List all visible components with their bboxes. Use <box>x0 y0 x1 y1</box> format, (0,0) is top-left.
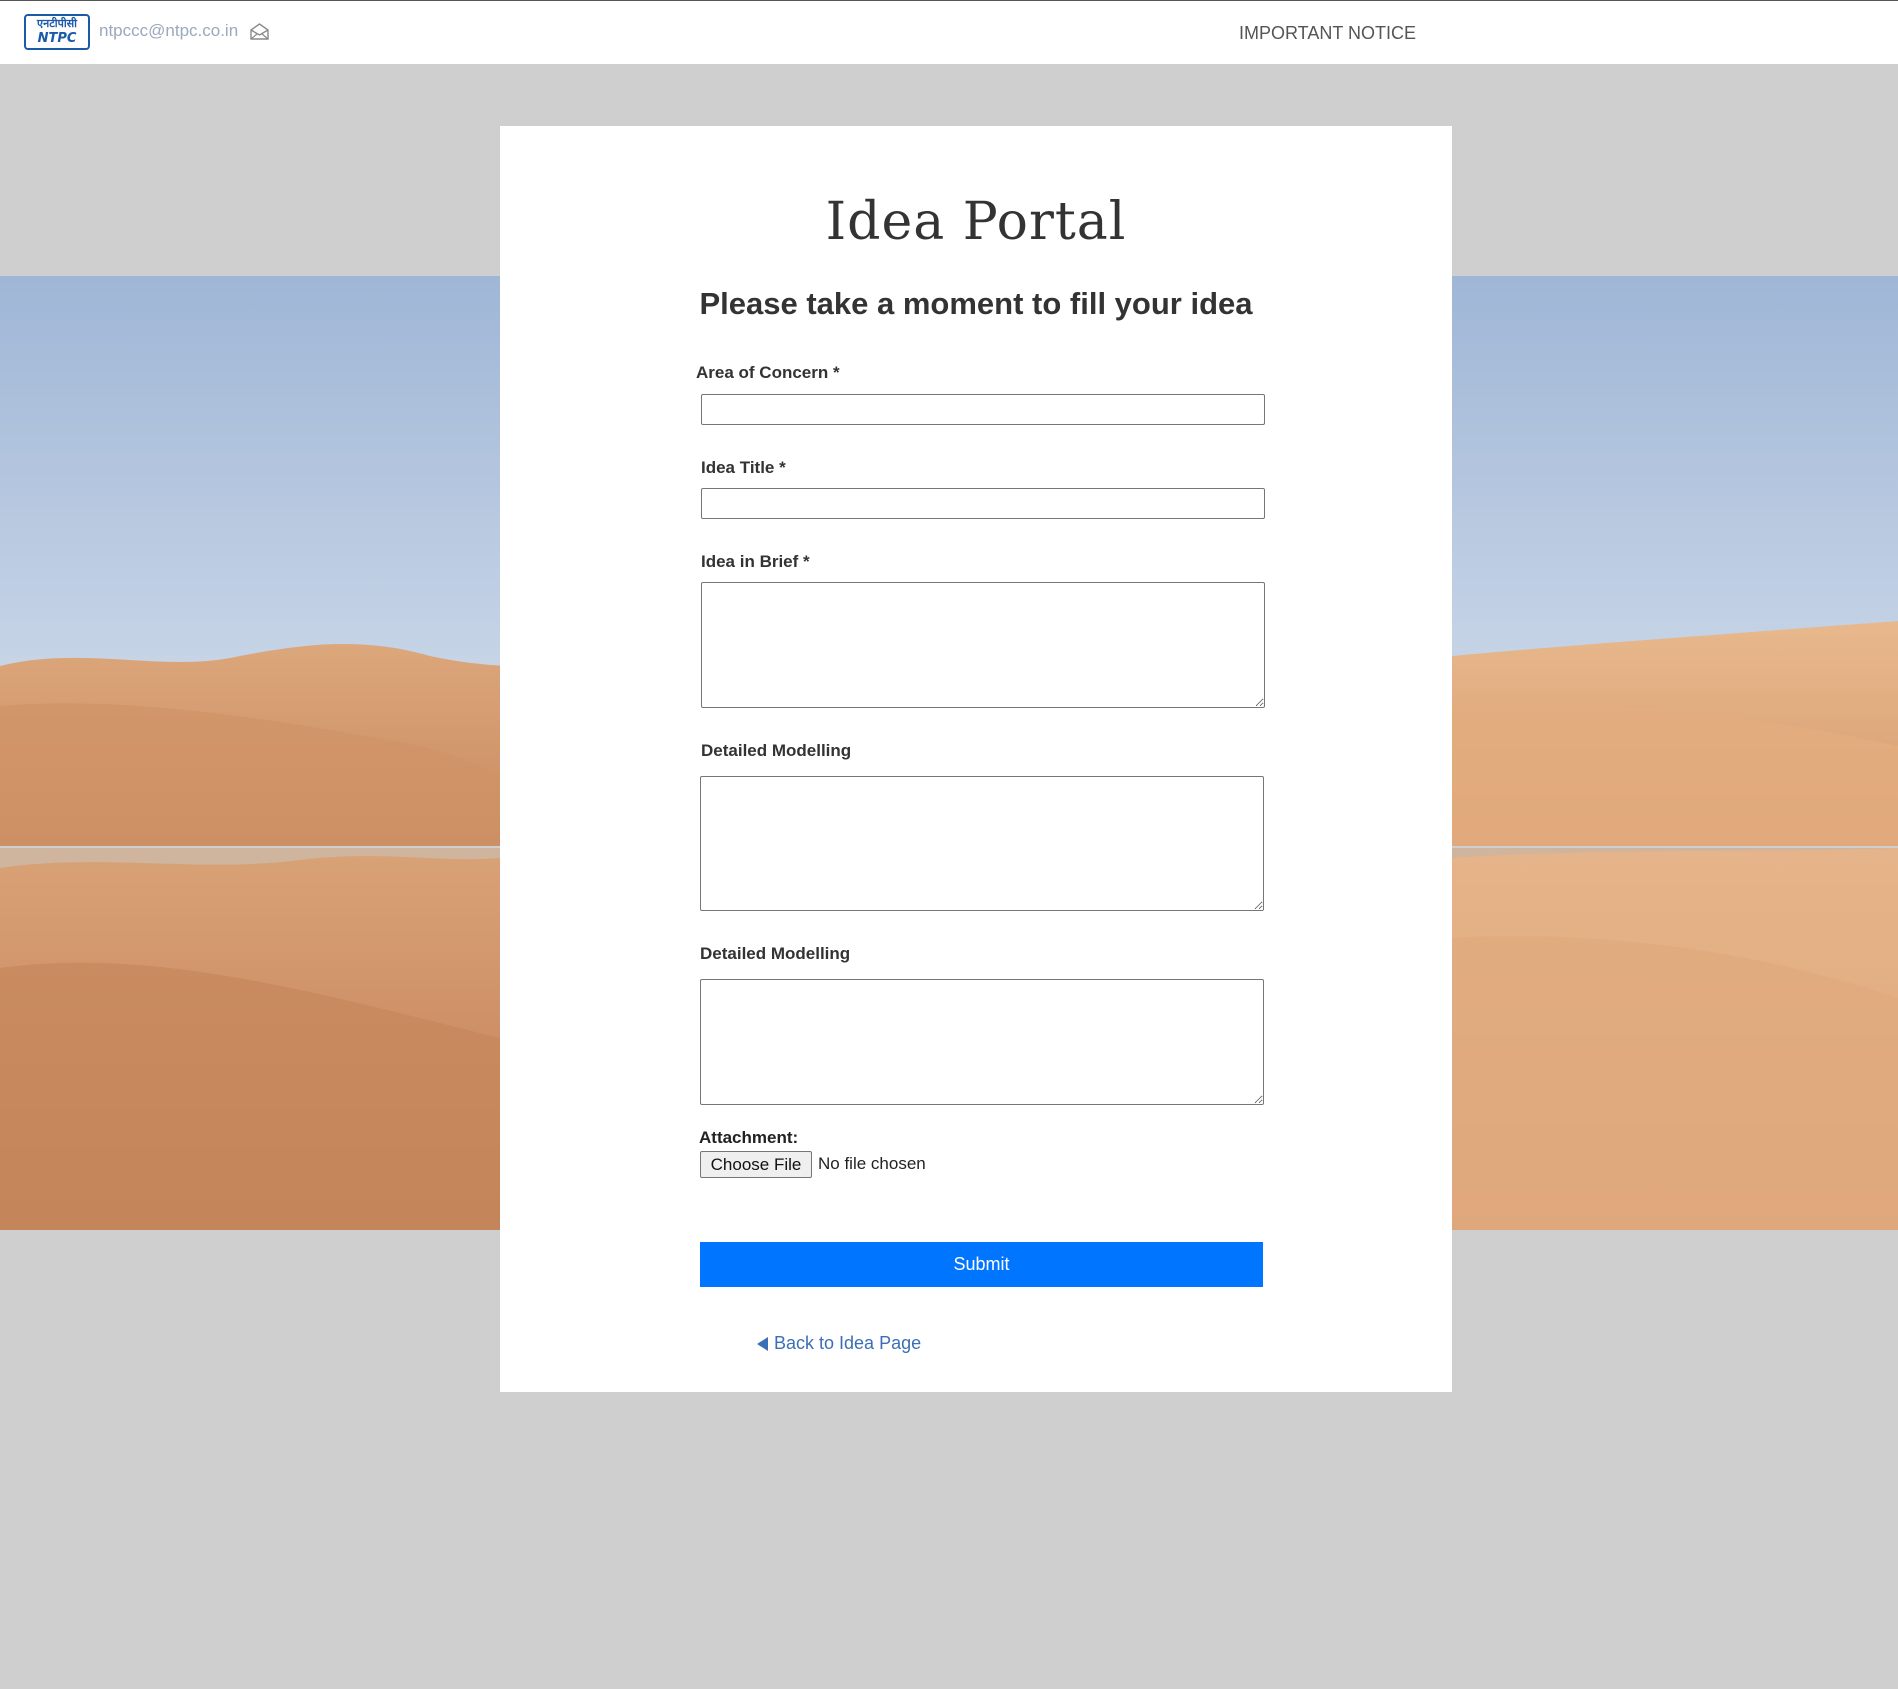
page-title: Idea Portal <box>825 192 1127 252</box>
back-to-idea-page-link[interactable]: Back to Idea Page <box>757 1333 921 1354</box>
idea-form-card: Idea Portal Please take a moment to fill… <box>500 126 1452 1392</box>
detailed-modelling-label-2: Detailed Modelling <box>700 944 851 963</box>
detailed-modelling-textarea-2[interactable] <box>700 979 1264 1105</box>
detailed-modelling-label: Detailed Modelling <box>701 741 852 760</box>
back-link-label: Back to Idea Page <box>774 1333 922 1353</box>
idea-in-brief-textarea[interactable] <box>701 582 1265 708</box>
area-of-concern-input[interactable] <box>701 394 1265 425</box>
idea-in-brief-label: Idea in Brief * <box>701 552 810 571</box>
logo-text: NTPC <box>37 31 77 46</box>
idea-title-label: Idea Title * <box>701 458 786 477</box>
contact-email-link[interactable]: ntpccc@ntpc.co.in <box>99 21 238 41</box>
choose-file-button[interactable]: Choose File <box>700 1151 812 1178</box>
ntpc-logo[interactable]: एनटीपीसी NTPC <box>24 14 90 50</box>
logo-hindi-text: एनटीपीसी <box>37 17 77 30</box>
submit-button[interactable]: Submit <box>700 1242 1263 1287</box>
back-arrow-icon <box>757 1336 768 1351</box>
area-of-concern-label: Area of Concern * <box>696 363 840 382</box>
top-bar: एनटीपीसी NTPC ntpccc@ntpc.co.in IMPORTAN… <box>0 0 1898 64</box>
idea-title-input[interactable] <box>701 488 1265 519</box>
attachment-label: Attachment: <box>699 1128 799 1147</box>
detailed-modelling-textarea[interactable] <box>700 776 1264 911</box>
page-subtitle: Please take a moment to fill your idea <box>699 286 1253 321</box>
file-status-text: No file chosen <box>818 1154 926 1173</box>
envelope-icon[interactable] <box>250 22 269 40</box>
important-notice-link[interactable]: IMPORTANT NOTICE <box>1239 23 1416 44</box>
